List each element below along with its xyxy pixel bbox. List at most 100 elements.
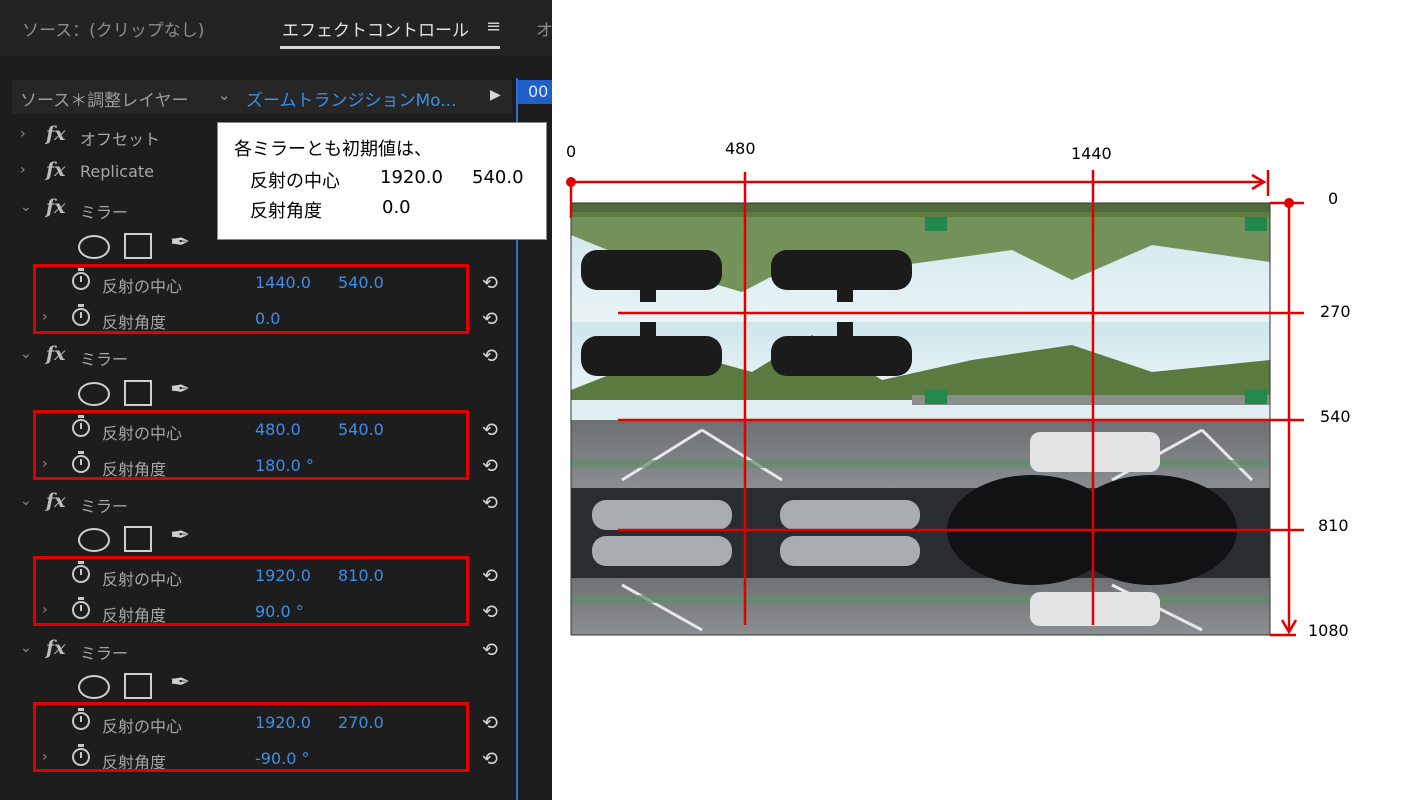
chevron-down-icon[interactable]: ⌄ [20,640,32,656]
fx-icon[interactable]: fx [46,637,66,659]
stopwatch-icon[interactable] [72,415,90,437]
param-row-center: 反射の中心 1440.0 540.0 ⟲ [0,266,510,302]
center-x-value[interactable]: 1920.0 [255,713,311,732]
tab-effect-controls[interactable]: エフェクトコントロール [282,16,469,41]
tab-source[interactable]: ソース：(クリップなし) [22,16,204,41]
initial-values-note: 各ミラーとも初期値は、 反射の中心 1920.0 540.0 反射角度 0.0 [217,122,547,240]
chevron-right-icon[interactable]: › [42,749,48,765]
mirror-mount [837,288,853,302]
stopwatch-icon[interactable] [72,561,90,583]
pen-mask-icon[interactable]: ✒ [170,228,190,256]
rectangle-mask-icon[interactable] [124,673,152,699]
stopwatch-icon[interactable] [72,268,90,290]
reset-icon[interactable]: ⟲ [482,272,498,294]
param-row-center: 反射の中心 480.0 540.0 ⟲ [0,413,510,449]
road-sign [925,217,947,231]
timecode: 00 [528,82,549,101]
chevron-down-icon[interactable]: ⌄ [20,493,32,509]
reset-icon[interactable]: ⟲ [482,308,498,330]
panel-menu-icon[interactable]: ≡ [486,16,501,37]
reset-icon[interactable]: ⟲ [482,639,498,661]
stopwatch-icon[interactable] [72,708,90,730]
car [1030,432,1160,472]
panel-tab-bar: ソース：(クリップなし) エフェクトコントロール ≡ オ [0,0,552,56]
pen-mask-icon[interactable]: ✒ [170,668,190,696]
play-icon[interactable]: ▶ [490,87,501,103]
reset-icon[interactable]: ⟲ [482,345,498,367]
effect-row-mirror-2[interactable]: ⌄ fx ミラー ⟲ [0,339,510,375]
chevron-right-icon[interactable]: › [42,602,48,618]
center-x-value[interactable]: 480.0 [255,420,301,439]
effect-controls-panel: ソース：(クリップなし) エフェクトコントロール ≡ オ 00 ソース＊調整レイ… [0,0,552,800]
ellipse-mask-icon[interactable] [78,382,110,406]
center-y-value[interactable]: 270.0 [338,713,384,732]
chevron-down-icon[interactable]: ⌄ [20,346,32,362]
center-y-value[interactable]: 540.0 [338,273,384,292]
rearview-mirror [771,336,912,376]
reset-icon[interactable]: ⟲ [482,712,498,734]
pen-mask-icon[interactable]: ✒ [170,521,190,549]
angle-value[interactable]: -90.0 ° [255,749,309,768]
fx-icon[interactable]: fx [46,159,66,181]
effect-name: ミラー [80,644,129,663]
note-center-x: 1920.0 [380,167,443,188]
sequence-selector[interactable]: ズームトランジションMo... [246,86,456,111]
stopwatch-icon[interactable] [72,597,90,619]
center-x-value[interactable]: 1920.0 [255,566,311,585]
fx-icon[interactable]: fx [46,123,66,145]
reset-icon[interactable]: ⟲ [482,455,498,477]
param-row-angle: › 反射角度 -90.0 ° ⟲ [0,742,510,778]
center-y-value[interactable]: 540.0 [338,420,384,439]
chevron-right-icon[interactable]: › [42,309,48,325]
guard-rail [571,595,1270,603]
source-row: ソース＊調整レイヤー ⌄ ズームトランジションMo... ▶ [12,80,512,114]
mirror-mount [837,322,853,336]
rectangle-mask-icon[interactable] [124,380,152,406]
stopwatch-icon[interactable] [72,744,90,766]
reset-icon[interactable]: ⟲ [482,748,498,770]
guard-rail [571,460,1270,468]
ellipse-mask-icon[interactable] [78,235,110,259]
fx-icon[interactable]: fx [46,196,66,218]
fx-icon[interactable]: fx [46,343,66,365]
angle-value[interactable]: 0.0 [255,309,280,328]
origin-dot-y [1284,198,1294,208]
reset-icon[interactable]: ⟲ [482,419,498,441]
param-label: 反射角度 [102,460,167,479]
air-vent [780,500,920,530]
param-row-center: 反射の中心 1920.0 810.0 ⟲ [0,559,510,595]
air-vent [780,536,920,566]
ellipse-mask-icon[interactable] [78,675,110,699]
road-sign [1245,390,1267,404]
stopwatch-icon[interactable] [72,304,90,326]
chevron-right-icon[interactable]: › [20,126,26,142]
effect-name: ミラー [80,203,129,222]
reset-icon[interactable]: ⟲ [482,565,498,587]
stopwatch-icon[interactable] [72,451,90,473]
chevron-down-icon[interactable]: ⌄ [218,86,231,104]
car [1030,592,1160,626]
param-label: 反射の中心 [102,570,183,589]
reset-icon[interactable]: ⟲ [482,601,498,623]
rectangle-mask-icon[interactable] [124,233,152,259]
effect-row-mirror-4[interactable]: ⌄ fx ミラー ⟲ [0,633,510,669]
road-sign [925,390,947,404]
angle-value[interactable]: 90.0 ° [255,602,304,621]
reset-icon[interactable]: ⟲ [482,492,498,514]
angle-value[interactable]: 180.0 ° [255,456,314,475]
mask-tools: ✒ [78,228,218,262]
chevron-right-icon[interactable]: › [20,162,26,178]
chevron-down-icon[interactable]: ⌄ [20,199,32,215]
effect-row-mirror-3[interactable]: ⌄ fx ミラー ⟲ [0,486,510,522]
center-y-value[interactable]: 810.0 [338,566,384,585]
pen-mask-icon[interactable]: ✒ [170,375,190,403]
chevron-right-icon[interactable]: › [42,456,48,472]
center-x-value[interactable]: 1440.0 [255,273,311,292]
fx-icon[interactable]: fx [46,490,66,512]
source-clip-label[interactable]: ソース＊調整レイヤー [20,86,189,111]
mask-tools: ✒ [78,521,218,555]
ellipse-mask-icon[interactable] [78,528,110,552]
rectangle-mask-icon[interactable] [124,526,152,552]
tab-next[interactable]: オ [536,16,552,41]
rearview-mirror [581,250,722,290]
